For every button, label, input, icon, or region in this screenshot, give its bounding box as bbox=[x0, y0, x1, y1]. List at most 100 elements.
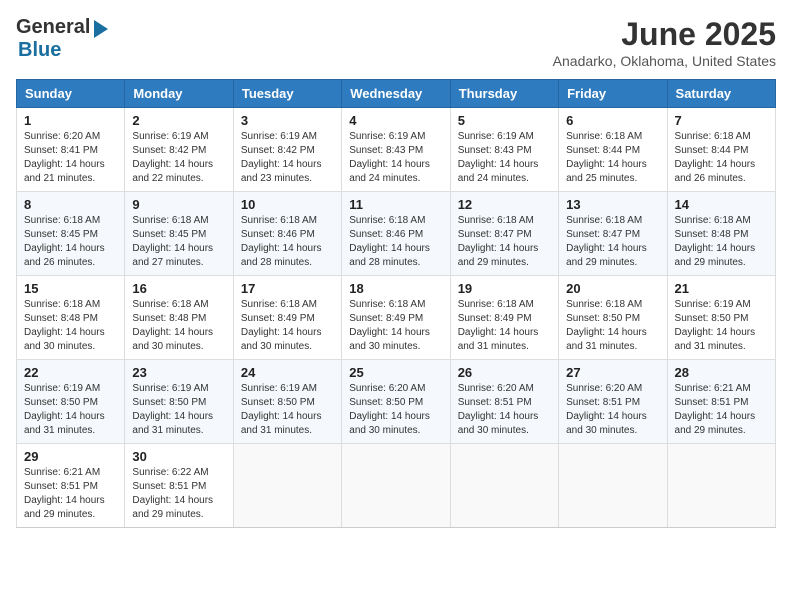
day-detail: Sunrise: 6:18 AMSunset: 8:46 PMDaylight:… bbox=[349, 214, 442, 270]
day-detail: Sunrise: 6:20 AMSunset: 8:41 PMDaylight:… bbox=[24, 130, 117, 186]
calendar-cell: 16 Sunrise: 6:18 AMSunset: 8:48 PMDayligh… bbox=[125, 276, 233, 360]
day-number: 29 bbox=[24, 449, 117, 464]
calendar-cell: 26Sunrise: 6:20 AMSunset: 8:51 PMDayligh… bbox=[450, 360, 558, 444]
day-number: 1 bbox=[24, 113, 117, 128]
day-detail: Sunrise: 6:18 AMSunset: 8:49 PMDaylight:… bbox=[241, 298, 334, 354]
calendar-cell: 21 Sunrise: 6:19 AMSunset: 8:50 PMDayligh… bbox=[667, 276, 775, 360]
calendar-cell: 28 Sunrise: 6:21 AMSunset: 8:51 PMDayligh… bbox=[667, 360, 775, 444]
calendar-cell: 23 Sunrise: 6:19 AMSunset: 8:50 PMDayligh… bbox=[125, 360, 233, 444]
day-number: 6 bbox=[566, 113, 659, 128]
day-number: 23 bbox=[132, 365, 225, 380]
calendar-cell: 7Sunrise: 6:18 AMSunset: 8:44 PMDaylight… bbox=[667, 108, 775, 192]
calendar-cell: 20 Sunrise: 6:18 AMSunset: 8:50 PMDayligh… bbox=[559, 276, 667, 360]
day-detail: Sunrise: 6:18 AMSunset: 8:47 PMDaylight:… bbox=[566, 214, 659, 270]
day-number: 10 bbox=[241, 197, 334, 212]
day-detail: Sunrise: 6:19 AMSunset: 8:50 PMDaylight:… bbox=[675, 298, 768, 354]
title-area: June 2025 Anadarko, Oklahoma, United Sta… bbox=[553, 16, 776, 69]
day-number: 11 bbox=[349, 197, 442, 212]
calendar-cell: 30 Sunrise: 6:22 AMSunset: 8:51 PMDayligh… bbox=[125, 444, 233, 528]
calendar-cell: 2 Sunrise: 6:19 AMSunset: 8:42 PMDaylight… bbox=[125, 108, 233, 192]
day-number: 18 bbox=[349, 281, 442, 296]
day-detail: Sunrise: 6:18 AMSunset: 8:46 PMDaylight:… bbox=[241, 214, 334, 270]
logo-general: General bbox=[16, 16, 90, 39]
day-detail: Sunrise: 6:18 AMSunset: 8:44 PMDaylight:… bbox=[566, 130, 659, 186]
day-detail: Sunrise: 6:19 AMSunset: 8:43 PMDaylight:… bbox=[349, 130, 442, 186]
day-detail: Sunrise: 6:19 AMSunset: 8:50 PMDaylight:… bbox=[24, 382, 117, 438]
weekday-header-sunday: Sunday bbox=[17, 80, 125, 108]
day-number: 30 bbox=[132, 449, 225, 464]
day-detail: Sunrise: 6:18 AMSunset: 8:50 PMDaylight:… bbox=[566, 298, 659, 354]
day-number: 2 bbox=[132, 113, 225, 128]
calendar-cell bbox=[450, 444, 558, 528]
day-detail: Sunrise: 6:19 AMSunset: 8:50 PMDaylight:… bbox=[241, 382, 334, 438]
day-detail: Sunrise: 6:18 AMSunset: 8:48 PMDaylight:… bbox=[675, 214, 768, 270]
day-detail: Sunrise: 6:20 AMSunset: 8:51 PMDaylight:… bbox=[458, 382, 551, 438]
calendar-cell: 25Sunrise: 6:20 AMSunset: 8:50 PMDayligh… bbox=[342, 360, 450, 444]
calendar-week-row: 29 Sunrise: 6:21 AMSunset: 8:51 PMDayligh… bbox=[17, 444, 776, 528]
day-detail: Sunrise: 6:19 AMSunset: 8:42 PMDaylight:… bbox=[241, 130, 334, 186]
weekday-header-wednesday: Wednesday bbox=[342, 80, 450, 108]
day-number: 15 bbox=[24, 281, 117, 296]
weekday-header-monday: Monday bbox=[125, 80, 233, 108]
calendar-cell: 22 Sunrise: 6:19 AMSunset: 8:50 PMDayligh… bbox=[17, 360, 125, 444]
day-detail: Sunrise: 6:19 AMSunset: 8:50 PMDaylight:… bbox=[132, 382, 225, 438]
weekday-header-tuesday: Tuesday bbox=[233, 80, 341, 108]
calendar-cell: 12Sunrise: 6:18 AMSunset: 8:47 PMDayligh… bbox=[450, 192, 558, 276]
day-number: 24 bbox=[241, 365, 334, 380]
day-detail: Sunrise: 6:18 AMSunset: 8:45 PMDaylight:… bbox=[132, 214, 225, 270]
calendar-cell: 3 Sunrise: 6:19 AMSunset: 8:42 PMDaylight… bbox=[233, 108, 341, 192]
day-detail: Sunrise: 6:18 AMSunset: 8:48 PMDaylight:… bbox=[24, 298, 117, 354]
calendar-cell: 5 Sunrise: 6:19 AMSunset: 8:43 PMDaylight… bbox=[450, 108, 558, 192]
logo: General Blue bbox=[16, 16, 108, 62]
calendar-cell: 9 Sunrise: 6:18 AMSunset: 8:45 PMDaylight… bbox=[125, 192, 233, 276]
day-detail: Sunrise: 6:18 AMSunset: 8:45 PMDaylight:… bbox=[24, 214, 117, 270]
calendar-cell bbox=[559, 444, 667, 528]
calendar-cell: 19Sunrise: 6:18 AMSunset: 8:49 PMDayligh… bbox=[450, 276, 558, 360]
day-number: 22 bbox=[24, 365, 117, 380]
day-number: 17 bbox=[241, 281, 334, 296]
weekday-header-row: SundayMondayTuesdayWednesdayThursdayFrid… bbox=[17, 80, 776, 108]
day-number: 8 bbox=[24, 197, 117, 212]
day-number: 14 bbox=[675, 197, 768, 212]
calendar-cell: 8 Sunrise: 6:18 AMSunset: 8:45 PMDaylight… bbox=[17, 192, 125, 276]
day-detail: Sunrise: 6:19 AMSunset: 8:42 PMDaylight:… bbox=[132, 130, 225, 186]
header: General Blue June 2025 Anadarko, Oklahom… bbox=[16, 16, 776, 69]
logo-arrow-icon bbox=[94, 20, 108, 38]
day-detail: Sunrise: 6:21 AMSunset: 8:51 PMDaylight:… bbox=[675, 382, 768, 438]
day-number: 25 bbox=[349, 365, 442, 380]
day-detail: Sunrise: 6:18 AMSunset: 8:49 PMDaylight:… bbox=[349, 298, 442, 354]
calendar-cell: 17 Sunrise: 6:18 AMSunset: 8:49 PMDayligh… bbox=[233, 276, 341, 360]
calendar-cell bbox=[342, 444, 450, 528]
weekday-header-saturday: Saturday bbox=[667, 80, 775, 108]
calendar-title: June 2025 bbox=[553, 16, 776, 53]
day-detail: Sunrise: 6:18 AMSunset: 8:47 PMDaylight:… bbox=[458, 214, 551, 270]
calendar-cell: 4 Sunrise: 6:19 AMSunset: 8:43 PMDaylight… bbox=[342, 108, 450, 192]
calendar-cell: 6 Sunrise: 6:18 AMSunset: 8:44 PMDaylight… bbox=[559, 108, 667, 192]
day-number: 28 bbox=[675, 365, 768, 380]
calendar-subtitle: Anadarko, Oklahoma, United States bbox=[553, 53, 776, 69]
calendar-cell bbox=[667, 444, 775, 528]
day-detail: Sunrise: 6:18 AMSunset: 8:49 PMDaylight:… bbox=[458, 298, 551, 354]
day-number: 21 bbox=[675, 281, 768, 296]
day-number: 16 bbox=[132, 281, 225, 296]
day-detail: Sunrise: 6:22 AMSunset: 8:51 PMDaylight:… bbox=[132, 466, 225, 522]
day-number: 27 bbox=[566, 365, 659, 380]
day-number: 3 bbox=[241, 113, 334, 128]
weekday-header-thursday: Thursday bbox=[450, 80, 558, 108]
weekday-header-friday: Friday bbox=[559, 80, 667, 108]
calendar-cell: 14 Sunrise: 6:18 AMSunset: 8:48 PMDayligh… bbox=[667, 192, 775, 276]
day-number: 5 bbox=[458, 113, 551, 128]
calendar-cell: 24 Sunrise: 6:19 AMSunset: 8:50 PMDayligh… bbox=[233, 360, 341, 444]
day-detail: Sunrise: 6:21 AMSunset: 8:51 PMDaylight:… bbox=[24, 466, 117, 522]
day-detail: Sunrise: 6:19 AMSunset: 8:43 PMDaylight:… bbox=[458, 130, 551, 186]
day-detail: Sunrise: 6:20 AMSunset: 8:51 PMDaylight:… bbox=[566, 382, 659, 438]
calendar-week-row: 15 Sunrise: 6:18 AMSunset: 8:48 PMDayligh… bbox=[17, 276, 776, 360]
logo-blue: Blue bbox=[18, 39, 61, 62]
calendar-cell: 29 Sunrise: 6:21 AMSunset: 8:51 PMDayligh… bbox=[17, 444, 125, 528]
day-detail: Sunrise: 6:18 AMSunset: 8:48 PMDaylight:… bbox=[132, 298, 225, 354]
day-number: 9 bbox=[132, 197, 225, 212]
calendar-cell: 1 Sunrise: 6:20 AMSunset: 8:41 PMDaylight… bbox=[17, 108, 125, 192]
calendar-week-row: 1 Sunrise: 6:20 AMSunset: 8:41 PMDaylight… bbox=[17, 108, 776, 192]
day-number: 4 bbox=[349, 113, 442, 128]
day-number: 20 bbox=[566, 281, 659, 296]
